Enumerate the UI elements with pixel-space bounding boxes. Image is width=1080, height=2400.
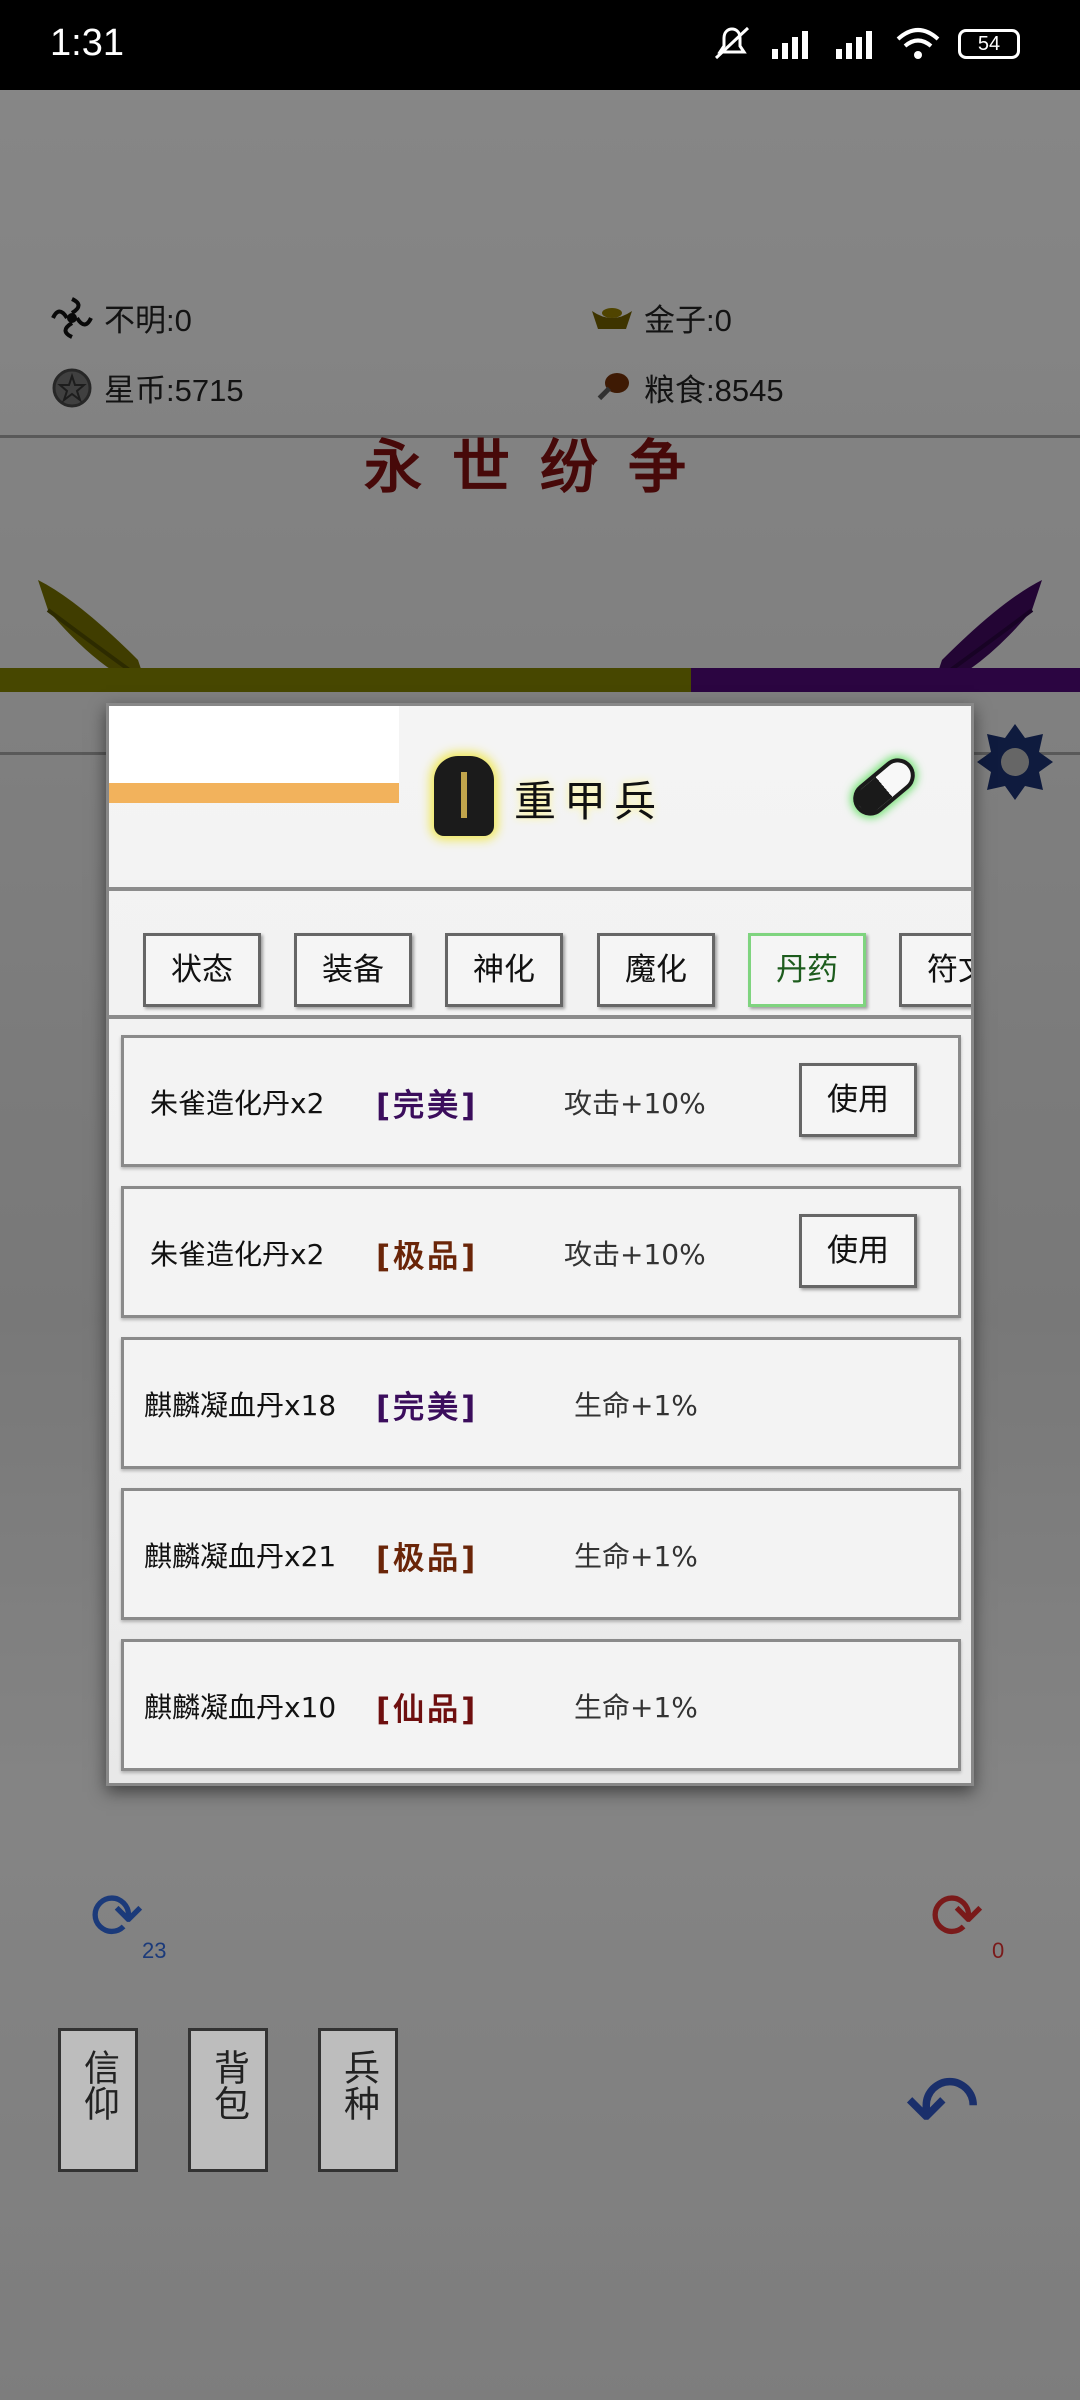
item-effect: 生命+1%: [574, 1540, 698, 1573]
list-item: 朱雀造化丹x2 [极品] 攻击+10% 使用: [121, 1186, 961, 1318]
item-effect: 攻击+10%: [564, 1087, 706, 1120]
use-button[interactable]: 使用: [799, 1063, 917, 1137]
resource-unknown-label: 不明:0: [104, 303, 192, 338]
unit-name: 重甲兵: [514, 777, 665, 826]
star-coin-icon: [50, 366, 94, 410]
list-item: 麒麟凝血丹x18 [完美] 生命+1%: [121, 1337, 961, 1469]
refresh-right-icon[interactable]: ⟳: [930, 1880, 984, 1954]
item-name: 麒麟凝血丹x18: [144, 1389, 337, 1422]
refresh-left-count: 23: [142, 1938, 167, 1963]
item-effect: 生命+1%: [574, 1389, 698, 1422]
resource-star-coin: 星币:5715: [50, 365, 244, 410]
back-arrow-icon[interactable]: ↶: [905, 2055, 980, 2160]
bag-button[interactable]: 背包: [188, 2028, 268, 2172]
tab-pills[interactable]: 丹药: [748, 933, 866, 1007]
units-button[interactable]: 兵种: [318, 2028, 398, 2172]
signal-hd-icon: [772, 31, 808, 59]
tab-demonize[interactable]: 魔化: [597, 933, 715, 1007]
item-effect: 生命+1%: [574, 1691, 698, 1724]
tab-equipment-label: 装备: [322, 952, 384, 988]
mute-icon: [714, 26, 750, 60]
tab-status[interactable]: 状态: [143, 933, 261, 1007]
tab-status-label: 状态: [171, 952, 233, 988]
list-item: 麒麟凝血丹x10 [仙品] 生命+1%: [121, 1639, 961, 1771]
resource-gold-label: 金子:0: [644, 303, 732, 338]
item-quality: [完美]: [376, 1088, 479, 1124]
tab-demonize-label: 魔化: [625, 952, 687, 988]
faction-progress-bar: [0, 668, 1080, 692]
modal-header: 重甲兵: [109, 706, 971, 891]
pill-icon[interactable]: [846, 751, 922, 823]
gold-ingot-icon: [590, 296, 634, 340]
tab-bar: 状态 装备 神化 魔化 丹药 符文: [109, 895, 971, 1019]
status-time: 1:31: [50, 22, 124, 64]
left-wing-icon: [38, 580, 148, 690]
refresh-right-count: 0: [992, 1938, 1005, 1963]
tab-deify-label: 神化: [473, 952, 535, 988]
pill-list: 朱雀造化丹x2 [完美] 攻击+10% 使用 朱雀造化丹x2 [极品] 攻击+1…: [109, 1023, 971, 1783]
swirl-icon: [50, 296, 94, 340]
item-effect: 攻击+10%: [564, 1238, 706, 1271]
signal-icon: [836, 31, 872, 59]
status-icons: 54: [712, 26, 1020, 62]
meat-icon: [590, 366, 634, 410]
tab-pills-label: 丹药: [776, 952, 838, 988]
wifi-icon: [896, 28, 940, 59]
use-button-label: 使用: [827, 1082, 889, 1118]
units-button-label: 兵种: [338, 2049, 379, 2121]
faith-button-label: 信仰: [78, 2049, 119, 2121]
right-wing-icon: [932, 580, 1042, 690]
item-quality: [仙品]: [376, 1692, 479, 1728]
item-name: 麒麟凝血丹x21: [144, 1540, 337, 1573]
heavy-armor-helmet-icon: [434, 756, 494, 836]
resource-star-coin-label: 星币:5715: [104, 373, 244, 408]
resource-food: 粮食:8545: [590, 365, 784, 410]
list-item: 麒麟凝血丹x21 [极品] 生命+1%: [121, 1488, 961, 1620]
use-button-label: 使用: [827, 1233, 889, 1269]
item-quality: [极品]: [376, 1541, 479, 1577]
faction-progress-fill: [0, 668, 692, 692]
tab-deify[interactable]: 神化: [445, 933, 563, 1007]
item-quality: [完美]: [376, 1390, 479, 1426]
game-title: 永世纷争: [363, 433, 716, 501]
status-bar: 1:31 54: [0, 0, 1080, 90]
tab-equipment[interactable]: 装备: [294, 933, 412, 1007]
tab-runes[interactable]: 符文: [899, 933, 971, 1007]
resource-unknown: 不明:0: [50, 295, 192, 340]
settings-gear-icon[interactable]: [975, 722, 1055, 802]
battery-indicator: 54: [958, 29, 1020, 59]
resource-food-label: 粮食:8545: [644, 373, 784, 408]
item-name: 麒麟凝血丹x10: [144, 1691, 337, 1724]
bag-button-label: 背包: [208, 2049, 249, 2121]
tab-runes-label: 符文: [927, 952, 971, 988]
unit-detail-modal: 重甲兵 状态 装备 神化 魔化 丹药 符文 朱雀造化丹x2 [完美] 攻击+10…: [106, 703, 974, 1786]
header-white-panel: [109, 706, 399, 783]
item-name: 朱雀造化丹x2: [150, 1238, 325, 1271]
header-orange-bar: [109, 783, 399, 803]
faith-button[interactable]: 信仰: [58, 2028, 138, 2172]
resource-gold: 金子:0: [590, 295, 732, 340]
refresh-left-icon[interactable]: ⟳: [90, 1880, 144, 1954]
item-quality: [极品]: [376, 1239, 479, 1275]
list-item: 朱雀造化丹x2 [完美] 攻击+10% 使用: [121, 1035, 961, 1167]
item-name: 朱雀造化丹x2: [150, 1087, 325, 1120]
use-button[interactable]: 使用: [799, 1214, 917, 1288]
